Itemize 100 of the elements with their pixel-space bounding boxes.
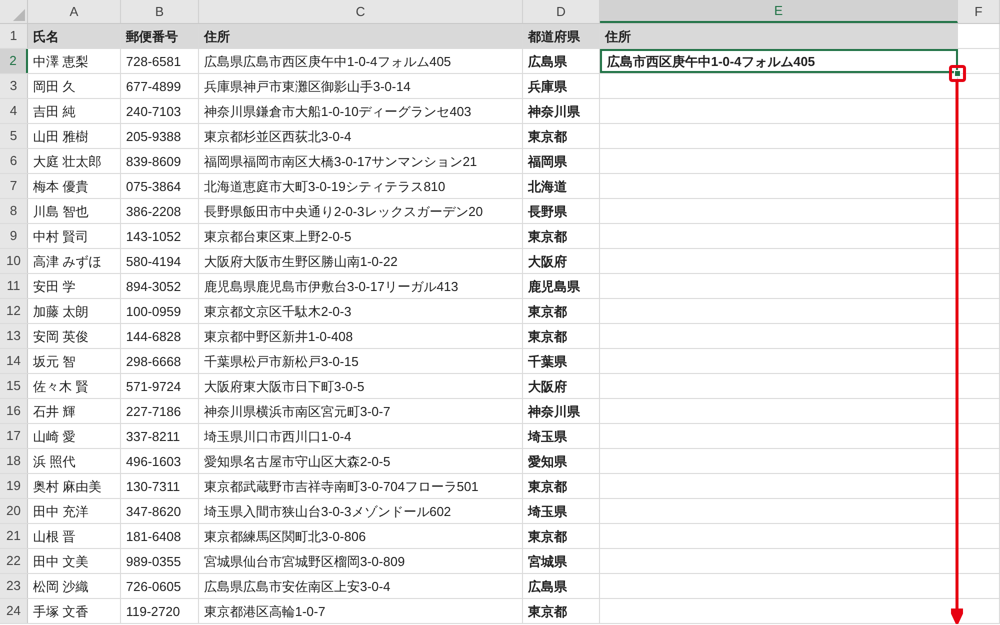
table-cell: 広島県	[528, 580, 567, 592]
table-cell: 千葉県	[528, 354, 567, 368]
table-cell: 岡田 久	[33, 80, 76, 92]
table-cell: 580-4194	[126, 254, 181, 268]
column-title: 住所	[204, 30, 230, 42]
table-cell: 長野県飯田市中央通り2-0-3レックスガーデン20	[204, 204, 483, 218]
table-cell: 梅本 優貴	[33, 180, 89, 192]
row-header[interactable]: 14	[0, 349, 28, 373]
row-header[interactable]: 8	[0, 199, 28, 223]
row-header[interactable]: 4	[0, 99, 28, 123]
row-header[interactable]: 20	[0, 499, 28, 523]
column-header[interactable]: A	[28, 0, 121, 23]
column-header[interactable]: E	[600, 0, 958, 23]
row-header[interactable]: 15	[0, 374, 28, 398]
table-cell: 加藤 太朗	[33, 304, 89, 318]
table-cell: 浜 照代	[33, 454, 76, 468]
table-cell: 兵庫県	[528, 80, 567, 92]
table-cell: 大阪府大阪市生野区勝山南1-0-22	[204, 254, 398, 268]
table-cell: 726-0605	[126, 580, 181, 592]
table-cell: 143-1052	[126, 230, 181, 242]
table-cell: 田中 文美	[33, 554, 89, 568]
table-cell: 神奈川県	[528, 104, 580, 118]
table-cell: 571-9724	[126, 380, 181, 392]
row-header[interactable]: 10	[0, 249, 28, 273]
table-cell: 広島県広島市西区庚午中1-0-4フォルム405	[204, 54, 452, 68]
table-cell: 埼玉県	[528, 504, 567, 518]
table-cell: 愛知県	[528, 454, 567, 468]
table-cell: 東京都	[528, 130, 567, 142]
table-cell: 東京都台東区東上野2-0-5	[204, 230, 352, 242]
row-header[interactable]: 21	[0, 524, 28, 548]
table-cell: 東京都	[528, 304, 567, 318]
table-cell: 東京都文京区千駄木2-0-3	[204, 304, 352, 318]
table-cell: 福岡県福岡市南区大橋3-0-17サンマンション21	[204, 154, 478, 168]
row-header[interactable]: 17	[0, 424, 28, 448]
table-cell: 山根 晋	[33, 530, 76, 542]
table-cell: 東京都港区高輪1-0-7	[204, 604, 326, 618]
table-cell: 337-8211	[126, 430, 180, 442]
table-cell: 鹿児島県	[528, 280, 580, 292]
row-header[interactable]: 13	[0, 324, 28, 348]
row-header[interactable]: 12	[0, 299, 28, 323]
table-cell: 205-9388	[126, 130, 181, 142]
table-cell: 北海道恵庭市大町3-0-19シティテラス810	[204, 180, 446, 192]
row-header[interactable]: 24	[0, 599, 28, 623]
column-title: 氏名	[33, 30, 59, 42]
table-cell: 東京都	[528, 480, 567, 492]
row-header[interactable]: 5	[0, 124, 28, 148]
table-cell: 298-6668	[126, 354, 181, 368]
table-cell: 東京都杉並区西荻北3-0-4	[204, 130, 352, 142]
table-cell: 496-1603	[126, 454, 181, 468]
table-cell: 安田 学	[33, 280, 76, 292]
highlight-frame	[949, 65, 966, 82]
table-cell: 100-0959	[126, 304, 181, 318]
table-cell: 989-0355	[126, 554, 181, 568]
column-title: 郵便番号	[126, 30, 178, 42]
table-cell: 大阪府	[528, 380, 567, 392]
row-header[interactable]: 1	[0, 24, 28, 48]
table-cell: 石井 輝	[33, 404, 76, 418]
table-cell: 川島 智也	[33, 204, 89, 218]
table-cell: 福岡県	[528, 154, 567, 168]
row-header[interactable]: 16	[0, 399, 28, 423]
row-header[interactable]: 3	[0, 74, 28, 98]
row-header[interactable]: 22	[0, 549, 28, 573]
table-cell: 埼玉県	[528, 430, 567, 442]
table-cell: 894-3052	[126, 280, 181, 292]
table-cell: 386-2208	[126, 204, 181, 218]
table-cell: 広島市西区庚午中1-0-4フォルム405	[607, 54, 816, 68]
column-header[interactable]: F	[958, 0, 1000, 23]
table-cell: 山崎 愛	[33, 430, 76, 442]
row-header[interactable]: 7	[0, 174, 28, 198]
table-cell: 839-8609	[126, 154, 181, 168]
table-cell: 677-4899	[126, 80, 181, 92]
table-cell: 田中 充洋	[33, 504, 89, 518]
row-header[interactable]: 2	[0, 49, 28, 73]
table-cell: 東京都	[528, 604, 567, 618]
row-header[interactable]: 11	[0, 274, 28, 298]
table-cell: 奥村 麻由美	[33, 480, 102, 492]
table-cell: 130-7311	[126, 480, 180, 492]
table-cell: 東京都中野区新井1-0-408	[204, 330, 353, 342]
table-cell: 東京都武蔵野市吉祥寺南町3-0-704フローラ501	[204, 480, 478, 492]
row-header[interactable]: 23	[0, 574, 28, 598]
table-cell: 728-6581	[126, 54, 181, 68]
row-header[interactable]: 6	[0, 149, 28, 173]
table-cell: 東京都	[528, 530, 567, 542]
table-cell: 鹿児島県鹿児島市伊敷台3-0-17リーガル413	[204, 280, 458, 292]
row-header[interactable]: 19	[0, 474, 28, 498]
table-cell: 227-7186	[126, 404, 181, 418]
table-cell: 大阪府	[528, 254, 567, 268]
column-header[interactable]: B	[121, 0, 199, 23]
row-header[interactable]: 18	[0, 449, 28, 473]
table-cell: 中村 賢司	[33, 230, 89, 242]
row-header[interactable]: 9	[0, 224, 28, 248]
table-cell: 大庭 壮太郎	[33, 154, 102, 168]
table-cell: 埼玉県川口市西川口1-0-4	[204, 430, 352, 442]
table-cell: 240-7103	[126, 104, 181, 118]
table-cell: 宮城県仙台市宮城野区榴岡3-0-809	[204, 554, 405, 568]
column-header[interactable]: C	[199, 0, 523, 23]
fill-handle[interactable]	[954, 70, 961, 77]
table-cell: 坂元 智	[33, 354, 76, 368]
table-cell: 347-8620	[126, 504, 181, 518]
table-cell: 松岡 沙織	[33, 580, 89, 592]
